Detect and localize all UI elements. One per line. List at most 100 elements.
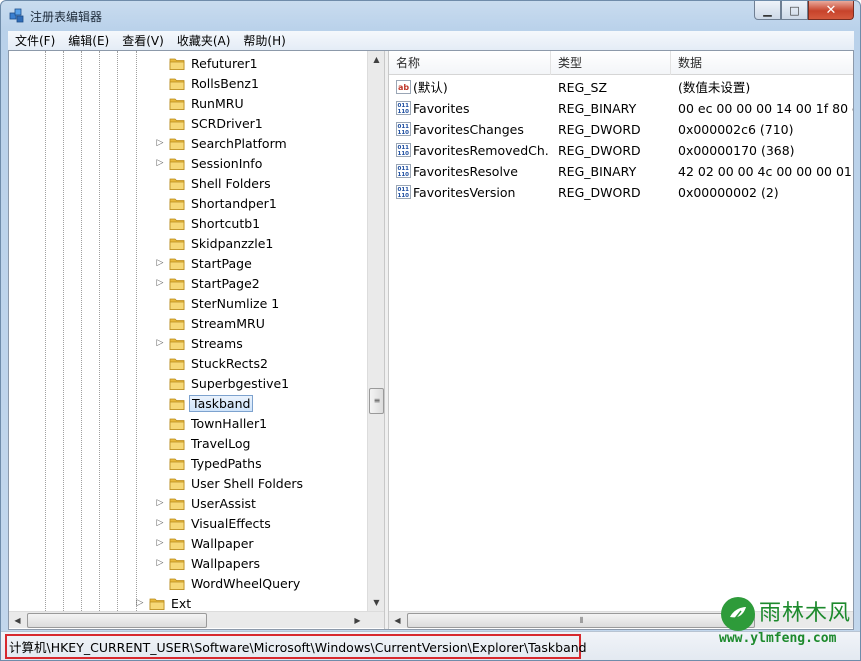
expand-arrow-icon[interactable]: ▷ bbox=[155, 498, 165, 508]
tree-item-label: Wallpaper bbox=[191, 535, 254, 551]
string-value-icon: ab bbox=[396, 80, 411, 94]
expand-arrow-icon[interactable]: ▷ bbox=[155, 518, 165, 528]
menu-view[interactable]: 查看(V) bbox=[115, 32, 170, 49]
tree-item[interactable]: Shortandper1 bbox=[155, 193, 279, 213]
tree-item[interactable]: Superbgestive1 bbox=[155, 373, 291, 393]
expand-arrow-icon[interactable]: ▷ bbox=[155, 338, 165, 348]
tree-item[interactable]: ▷ Streams bbox=[155, 333, 245, 353]
tree-item-label: TypedPaths bbox=[191, 455, 262, 471]
minimize-button[interactable]: ▁ bbox=[754, 1, 781, 20]
tree-item[interactable]: WordWheelQuery bbox=[155, 573, 302, 593]
value-data: 00 ec 00 00 00 14 00 1f 80 c8 bbox=[678, 101, 853, 116]
tree-item[interactable]: StuckRects2 bbox=[155, 353, 270, 373]
close-button[interactable]: ✕ bbox=[808, 1, 854, 20]
column-header-name[interactable]: 名称 bbox=[389, 51, 551, 75]
binary-value-icon: 011110 bbox=[396, 143, 411, 157]
tree-item-label: WordWheelQuery bbox=[191, 575, 301, 591]
expand-arrow-icon[interactable]: ▷ bbox=[155, 258, 165, 268]
tree-item[interactable]: ▷ StartPage2 bbox=[155, 273, 262, 293]
menu-help[interactable]: 帮助(H) bbox=[236, 32, 291, 49]
tree-item[interactable]: ▷ StartPage bbox=[155, 253, 254, 273]
folder-icon bbox=[149, 598, 165, 610]
binary-value-icon: 011110 bbox=[396, 101, 411, 115]
tree-item[interactable]: TownHaller1 bbox=[155, 413, 269, 433]
menu-edit[interactable]: 编辑(E) bbox=[61, 32, 115, 49]
folder-icon bbox=[169, 278, 185, 290]
tree-item-label: TravelLog bbox=[191, 435, 251, 451]
tree-horizontal-scrollbar[interactable]: ◀ ▶ bbox=[9, 611, 384, 628]
tree-item-label: StreamMRU bbox=[191, 315, 265, 331]
status-path: 计算机\HKEY_CURRENT_USER\Software\Microsoft… bbox=[9, 640, 587, 655]
list-row[interactable]: 011 110 FavoritesRemovedCh... REG_DWORD 0x00… bbox=[389, 140, 853, 161]
tree-item[interactable]: ▷ UserAssist bbox=[155, 493, 258, 513]
list-row[interactable]: 011 110 FavoritesChanges REG_DWORD 0x000002c… bbox=[389, 119, 853, 140]
menu-favorites[interactable]: 收藏夹(A) bbox=[170, 32, 237, 49]
folder-icon bbox=[169, 118, 185, 130]
folder-icon bbox=[169, 138, 185, 150]
list-row[interactable]: 011 110 FavoritesVersion REG_DWORD 0x0000000… bbox=[389, 182, 853, 203]
expand-arrow-icon[interactable]: ▷ bbox=[135, 598, 145, 608]
values-list-pane[interactable]: 名称 类型 数据 ab (默认) REG_SZ (数值未设置) 011 110 Favori… bbox=[389, 51, 853, 629]
tree-item-label: Shell Folders bbox=[191, 175, 271, 191]
tree-item[interactable]: SterNumlize 1 bbox=[155, 293, 281, 313]
expand-arrow-icon[interactable]: ▷ bbox=[155, 538, 165, 548]
tree-item[interactable]: ▷ SessionInfo bbox=[155, 153, 264, 173]
list-row[interactable]: ab (默认) REG_SZ (数值未设置) bbox=[389, 77, 853, 98]
scroll-down-arrow-icon[interactable]: ▼ bbox=[368, 594, 385, 611]
tree-item-label: TownHaller1 bbox=[191, 415, 268, 431]
folder-icon bbox=[169, 58, 185, 70]
folder-icon bbox=[169, 418, 185, 430]
tree-item[interactable]: ▷ SearchPlatform bbox=[155, 133, 289, 153]
tree-item[interactable]: SCRDriver1 bbox=[155, 113, 265, 133]
svg-text:ab: ab bbox=[398, 83, 409, 92]
tree-item[interactable]: Refuturer1 bbox=[155, 53, 260, 73]
value-type: REG_BINARY bbox=[558, 101, 637, 116]
scroll-up-arrow-icon[interactable]: ▲ bbox=[368, 51, 385, 68]
tree-item-label: Taskband bbox=[189, 394, 254, 412]
tree-item[interactable]: ▷ Wallpaper bbox=[155, 533, 256, 553]
tree-item-label: Wallpapers bbox=[191, 555, 261, 571]
title-bar[interactable]: 注册表编辑器 ▁ □ ✕ bbox=[1, 1, 860, 31]
tree-item-ext[interactable]: ▷ Ext bbox=[135, 593, 193, 613]
list-row[interactable]: 011 110 Favorites REG_BINARY 00 ec 00 00 00 … bbox=[389, 98, 853, 119]
tree-item[interactable]: Shortcutb1 bbox=[155, 213, 262, 233]
expand-arrow-icon[interactable]: ▷ bbox=[155, 278, 165, 288]
scroll-left-arrow-icon[interactable]: ◀ bbox=[9, 612, 26, 629]
tree-item[interactable]: Skidpanzzle1 bbox=[155, 233, 275, 253]
tree-item-label: Superbgestive1 bbox=[191, 375, 290, 391]
expand-arrow-icon[interactable]: ▷ bbox=[155, 138, 165, 148]
expand-arrow-icon[interactable]: ▷ bbox=[155, 158, 165, 168]
minimize-icon: ▁ bbox=[763, 3, 772, 17]
tree-item[interactable]: Taskband bbox=[155, 393, 254, 413]
value-name: FavoritesResolve bbox=[413, 164, 518, 179]
svg-text:110: 110 bbox=[398, 193, 410, 199]
key-tree-pane[interactable]: Refuturer1 RollsBenz1 RunMRU SCRDriver1 ▷ Sea… bbox=[9, 51, 384, 629]
list-row[interactable]: 011 110 FavoritesResolve REG_BINARY 42 02 00… bbox=[389, 161, 853, 182]
column-header-type[interactable]: 类型 bbox=[551, 51, 671, 75]
folder-icon bbox=[169, 258, 185, 270]
tree-hscroll-thumb[interactable] bbox=[27, 613, 207, 628]
tree-item-label: SCRDriver1 bbox=[191, 115, 263, 131]
folder-icon bbox=[169, 218, 185, 230]
tree-item[interactable]: ▷ VisualEffects bbox=[155, 513, 273, 533]
folder-icon bbox=[169, 538, 185, 550]
expand-arrow-icon[interactable]: ▷ bbox=[155, 558, 165, 568]
tree-item[interactable]: TravelLog bbox=[155, 433, 253, 453]
scroll-left-arrow-icon[interactable]: ◀ bbox=[389, 612, 406, 629]
tree-scroll-thumb[interactable]: ≡ bbox=[369, 388, 384, 414]
tree-item-label: SessionInfo bbox=[191, 155, 263, 171]
tree-item[interactable]: TypedPaths bbox=[155, 453, 264, 473]
tree-vertical-scrollbar[interactable]: ▲ ≡ ▼ bbox=[367, 51, 384, 611]
tree-item[interactable]: RunMRU bbox=[155, 93, 246, 113]
list-hscroll-thumb[interactable]: ⦀ bbox=[407, 613, 755, 628]
tree-item[interactable]: ▷ Wallpapers bbox=[155, 553, 262, 573]
tree-item[interactable]: RollsBenz1 bbox=[155, 73, 261, 93]
tree-item[interactable]: Shell Folders bbox=[155, 173, 273, 193]
scroll-right-arrow-icon[interactable]: ▶ bbox=[349, 612, 366, 629]
tree-item[interactable]: User Shell Folders bbox=[155, 473, 305, 493]
maximize-button[interactable]: □ bbox=[781, 1, 808, 20]
menu-file[interactable]: 文件(F) bbox=[8, 32, 61, 49]
tree-item[interactable]: StreamMRU bbox=[155, 313, 267, 333]
folder-icon bbox=[169, 498, 185, 510]
column-header-data[interactable]: 数据 bbox=[671, 51, 853, 75]
